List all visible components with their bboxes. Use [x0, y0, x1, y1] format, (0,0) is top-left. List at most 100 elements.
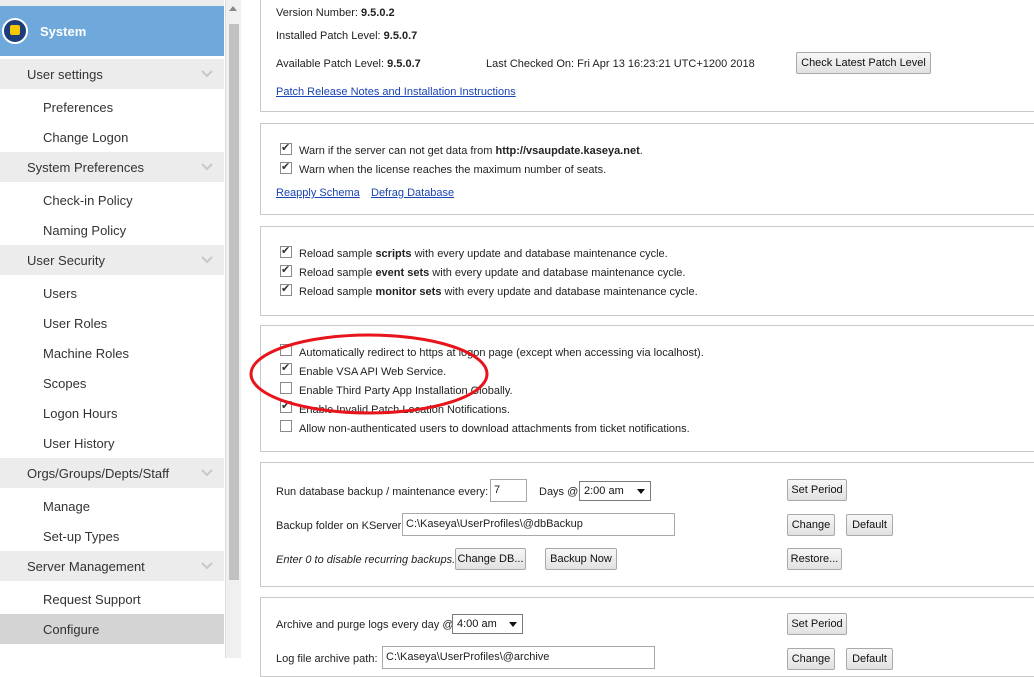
available-patch-label: Available Patch Level: [276, 58, 385, 70]
backup-folder-label: Backup folder on KServer [276, 520, 402, 532]
server-option-label: Enable Invalid Patch Location Notificati… [299, 404, 510, 416]
sidebar-group-label: Server Management [27, 558, 145, 574]
sidebar-item-preferences[interactable]: Preferences [0, 92, 224, 122]
chevron-down-icon[interactable] [200, 253, 214, 267]
run-backup-label: Run database backup / maintenance every: [276, 486, 489, 498]
archive-change-button[interactable]: Change [787, 648, 835, 670]
sidebar-group-0[interactable]: User settings [0, 59, 224, 89]
sidebar-item-logon-hours[interactable]: Logon Hours [0, 398, 224, 428]
sidebar-group-1[interactable]: System Preferences [0, 152, 224, 182]
archive-time-select[interactable]: 4:00 am [452, 614, 523, 634]
reload-sample-checkbox[interactable] [280, 244, 292, 258]
chevron-down-icon[interactable] [200, 466, 214, 480]
server-option-label: Enable Third Party App Installation Glob… [299, 385, 513, 397]
reload-suffix: with every update and database maintenan… [411, 248, 668, 260]
backup-interval-input[interactable]: 7 [490, 479, 527, 502]
sidebar-item-label: Manage [43, 498, 90, 514]
sidebar-item-naming-policy[interactable]: Naming Policy [0, 215, 224, 245]
sidebar-item-label: Request Support [43, 591, 141, 607]
sidebar-group-4[interactable]: Server Management [0, 551, 224, 581]
version-number-value: 9.5.0.2 [361, 7, 395, 19]
sidebar-item-machine-roles[interactable]: Machine Roles [0, 338, 224, 368]
backup-folder-input[interactable]: C:\Kaseya\UserProfiles\@dbBackup [402, 513, 675, 536]
sidebar-item-label: Preferences [43, 99, 114, 115]
system-module-header[interactable]: System [0, 6, 224, 56]
server-option-checkbox[interactable] [280, 344, 292, 356]
warn-server-data-label: Warn if the server can not get data from… [299, 145, 643, 157]
sidebar-group-label: Orgs/Groups/Depts/Staff [27, 465, 170, 481]
backup-folder-default-button[interactable]: Default [846, 514, 893, 536]
backup-time-select[interactable]: 2:00 am [579, 481, 651, 501]
days-at-label: Days @ [539, 486, 579, 498]
backup-folder-change-button[interactable]: Change [787, 514, 835, 536]
archive-set-period-button[interactable]: Set Period [787, 613, 847, 635]
check-latest-patch-button[interactable]: Check Latest Patch Level [796, 52, 931, 74]
sidebar-item-configure[interactable]: Configure [0, 614, 224, 644]
reload-sample-checkbox[interactable] [280, 263, 292, 277]
kaseya-logo-icon [2, 18, 28, 44]
last-checked-value: Fri Apr 13 16:23:21 UTC+1200 2018 [577, 58, 755, 70]
sidebar-item-label: Naming Policy [43, 222, 127, 238]
warn-license-checkbox[interactable] [280, 160, 292, 174]
reload-target: event sets [375, 267, 430, 279]
disable-backups-hint: Enter 0 to disable recurring backups. [276, 554, 456, 566]
sidebar-item-label: Set-up Types [43, 528, 120, 544]
sidebar-item-change-logon[interactable]: Change Logon [0, 122, 224, 152]
sidebar-item-manage[interactable]: Manage [0, 491, 224, 521]
scroll-up-arrow-icon[interactable] [229, 6, 237, 11]
sidebar-item-check-in-policy[interactable]: Check-in Policy [0, 185, 224, 215]
server-option-label: Allow non-authenticated users to downloa… [299, 423, 690, 435]
restore-button[interactable]: Restore... [787, 548, 842, 570]
sidebar-item-set-up-types[interactable]: Set-up Types [0, 521, 224, 551]
server-option-label: Automatically redirect to https at logon… [299, 347, 704, 359]
chevron-down-icon[interactable] [200, 67, 214, 81]
reload-sample-label: Reload sample event sets with every upda… [299, 267, 685, 279]
sidebar-scrollbar[interactable] [225, 0, 241, 658]
reload-samples-panel: Reload sample scripts with every update … [260, 226, 1034, 316]
version-panel: Version Number: 9.5.0.2 Installed Patch … [260, 0, 1034, 112]
update-server-url: http://vsaupdate.kaseya.net [495, 145, 640, 157]
version-number-row: Version Number: 9.5.0.2 [276, 7, 395, 19]
reload-suffix: with every update and database maintenan… [429, 267, 686, 279]
reload-prefix: Reload sample [299, 286, 376, 298]
backup-now-button[interactable]: Backup Now [545, 548, 617, 570]
log-archive-path-label: Log file archive path: [276, 653, 378, 665]
sidebar: System User settings Preferences Change Lo… [0, 0, 224, 658]
server-option-checkbox[interactable] [280, 382, 292, 394]
warn-server-data-suffix: . [639, 145, 643, 157]
server-option-checkbox[interactable] [280, 399, 292, 413]
reapply-schema-link[interactable]: Reapply Schema [276, 187, 360, 199]
sidebar-group-3[interactable]: Orgs/Groups/Depts/Staff [0, 458, 224, 488]
sidebar-group-2[interactable]: User Security [0, 245, 224, 275]
defrag-database-link[interactable]: Defrag Database [371, 187, 454, 199]
sidebar-item-label: Configure [43, 621, 100, 637]
sidebar-item-label: Scopes [43, 375, 87, 391]
chevron-down-icon[interactable] [200, 559, 214, 573]
sidebar-item-users[interactable]: Users [0, 278, 224, 308]
last-checked-row: Last Checked On: Fri Apr 13 16:23:21 UTC… [486, 58, 755, 70]
backup-set-period-button[interactable]: Set Period [787, 479, 847, 501]
sidebar-group-label: System Preferences [27, 159, 145, 175]
server-options-panel: Automatically redirect to https at logon… [260, 325, 1034, 452]
patch-release-notes-link[interactable]: Patch Release Notes and Installation Ins… [276, 86, 516, 98]
reload-sample-checkbox[interactable] [280, 282, 292, 296]
server-option-checkbox[interactable] [280, 361, 292, 375]
server-option-checkbox[interactable] [280, 420, 292, 432]
reload-prefix: Reload sample [299, 267, 376, 279]
scrollbar-thumb[interactable] [229, 24, 239, 580]
warnings-panel: Warn if the server can not get data from… [260, 123, 1034, 215]
archive-default-button[interactable]: Default [846, 648, 893, 670]
available-patch-value: 9.5.0.7 [387, 58, 421, 70]
warn-server-data-checkbox[interactable] [280, 141, 292, 155]
sidebar-item-user-roles[interactable]: User Roles [0, 308, 224, 338]
sidebar-item-label: Machine Roles [43, 345, 129, 361]
sidebar-group-label: User settings [27, 66, 103, 82]
sidebar-item-user-history[interactable]: User History [0, 428, 224, 458]
sidebar-item-scopes[interactable]: Scopes [0, 368, 224, 398]
reload-target: monitor sets [375, 286, 442, 298]
last-checked-label: Last Checked On: [486, 58, 575, 70]
change-db-button[interactable]: Change DB... [455, 548, 526, 570]
sidebar-item-request-support[interactable]: Request Support [0, 584, 224, 614]
sidebar-item-label: Check-in Policy [43, 192, 133, 208]
chevron-down-icon[interactable] [200, 160, 214, 174]
